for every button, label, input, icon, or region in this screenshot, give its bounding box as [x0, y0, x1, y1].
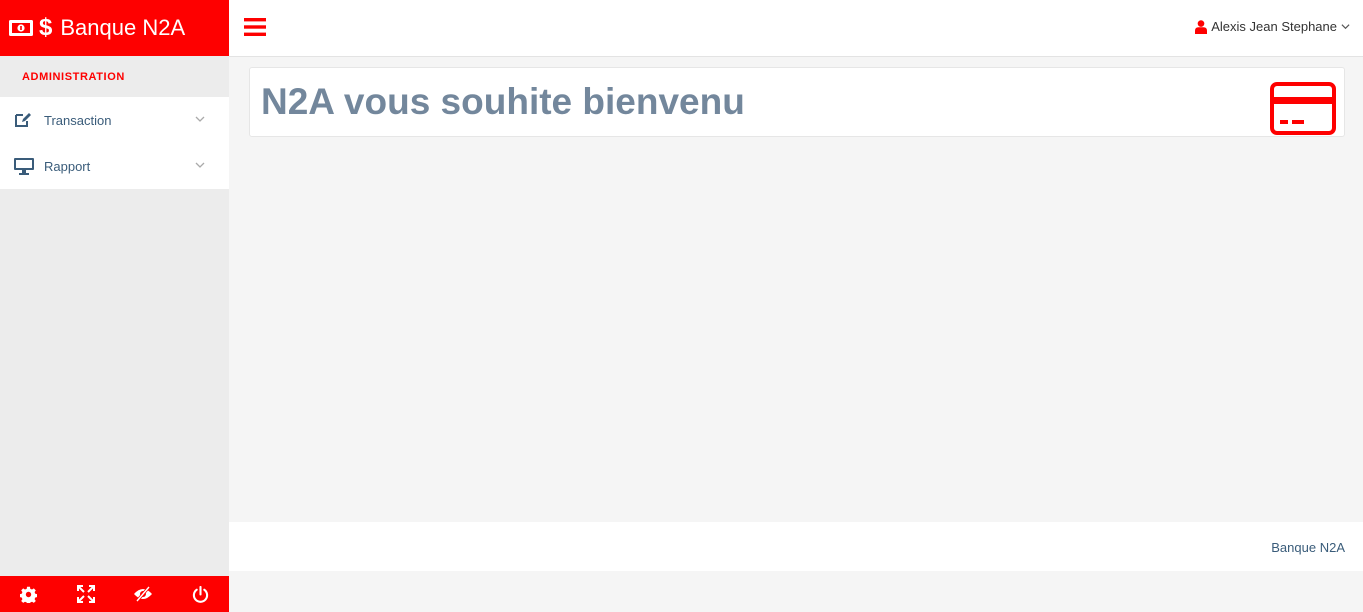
sidebar-menu: Transaction Rapport	[0, 97, 229, 189]
power-icon	[192, 585, 209, 603]
fullscreen-button[interactable]	[57, 576, 114, 612]
edit-icon	[14, 111, 34, 129]
sidebar-footer	[0, 576, 229, 612]
eye-slash-icon	[134, 586, 153, 602]
user-icon	[1195, 19, 1208, 34]
sidebar-item-transaction[interactable]: Transaction	[0, 97, 229, 143]
logout-button[interactable]	[172, 576, 229, 612]
hide-button[interactable]	[115, 576, 172, 612]
brand-name: Banque N2A	[60, 15, 186, 40]
settings-button[interactable]	[0, 576, 57, 612]
chevron-down-icon	[1341, 24, 1350, 30]
sidebar-item-label: Rapport	[44, 158, 91, 174]
gear-icon	[20, 586, 38, 603]
hamburger-icon[interactable]	[244, 17, 266, 37]
fullscreen-icon	[76, 585, 95, 603]
chevron-down-icon	[195, 116, 205, 122]
welcome-panel: N2A vous souhite bienvenu	[249, 67, 1345, 137]
top-nav: Alexis Jean Stephane	[229, 0, 1363, 57]
page-title: N2A vous souhite bienvenu	[261, 81, 745, 122]
brand-bar[interactable]: $ Banque N2A	[0, 0, 229, 56]
sidebar-item-rapport[interactable]: Rapport	[0, 143, 229, 189]
desktop-icon	[14, 157, 34, 175]
sidebar-item-label: Transaction	[44, 112, 112, 128]
user-name: Alexis Jean Stephane	[1211, 19, 1337, 34]
chevron-down-icon	[195, 162, 205, 168]
footer-text: Banque N2A	[1271, 540, 1345, 555]
credit-card-icon	[1270, 82, 1336, 135]
money-icon	[9, 20, 33, 36]
page-footer: Banque N2A	[229, 522, 1363, 571]
user-menu[interactable]: Alexis Jean Stephane	[1195, 19, 1350, 34]
sidebar-section-title: ADMINISTRATION	[22, 70, 125, 83]
dollar-sign: $	[39, 14, 53, 41]
sidebar: $ Banque N2A ADMINISTRATION Transaction	[0, 0, 229, 612]
